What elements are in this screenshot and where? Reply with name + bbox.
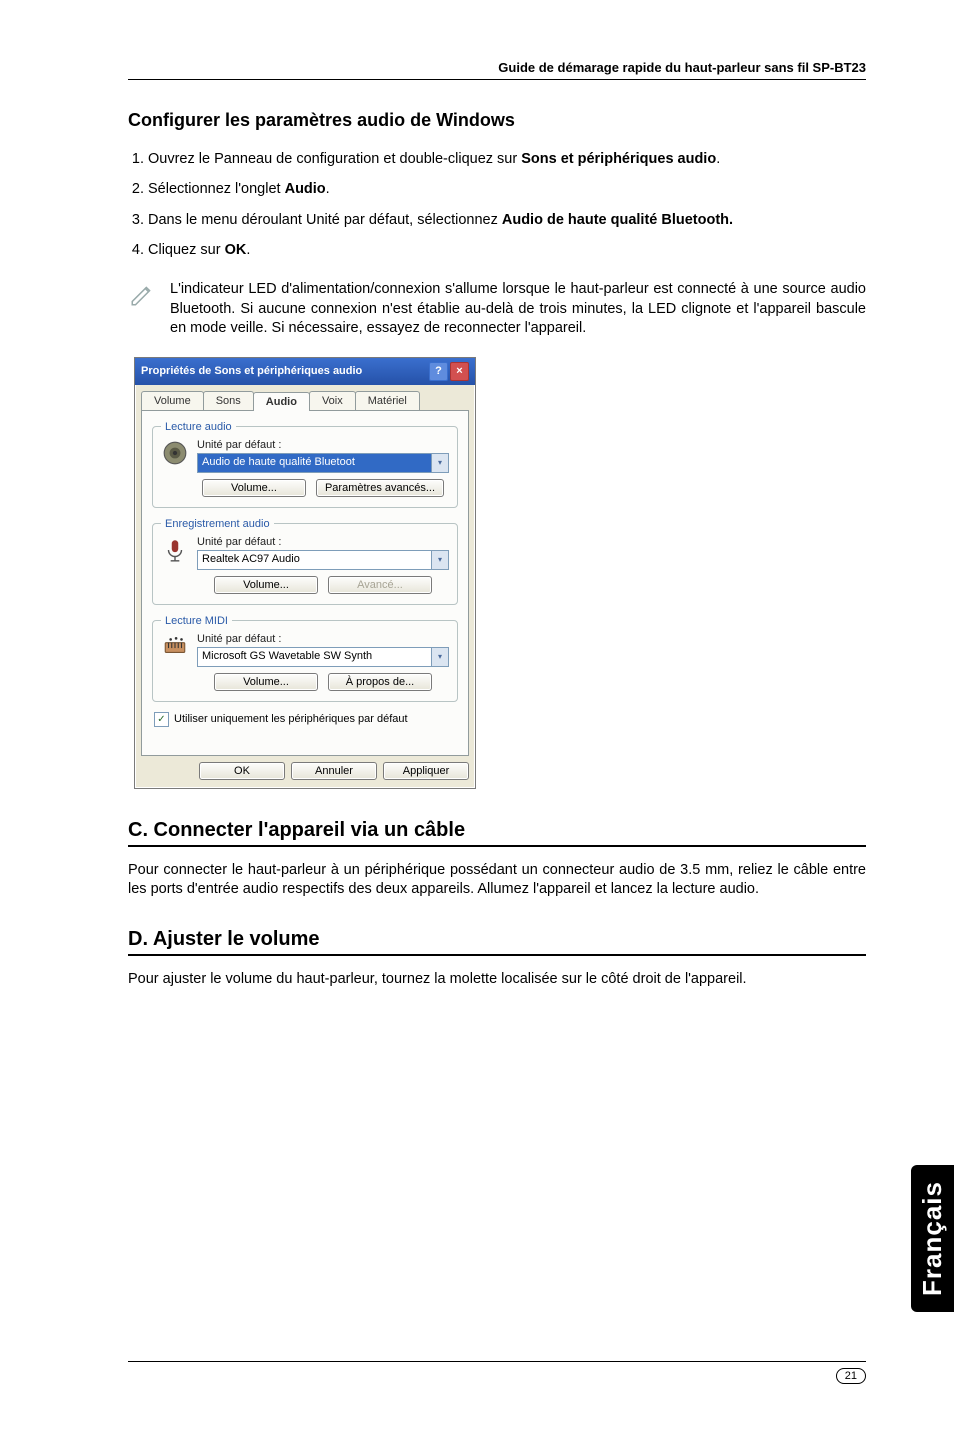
page-footer: 21: [128, 1361, 866, 1384]
ok-button[interactable]: OK: [199, 762, 285, 780]
close-button[interactable]: ×: [450, 362, 469, 381]
chevron-down-icon[interactable]: ▾: [431, 454, 448, 472]
step-3: Dans le menu déroulant Unité par défaut,…: [148, 210, 866, 230]
cancel-button[interactable]: Annuler: [291, 762, 377, 780]
section-c-heading: C. Connecter l'appareil via un câble: [128, 819, 866, 847]
config-heading: Configurer les paramètres audio de Windo…: [128, 110, 866, 131]
playback-advanced-button[interactable]: Paramètres avancés...: [316, 479, 444, 497]
tab-voix[interactable]: Voix: [309, 391, 356, 410]
record-advanced-button: Avancé...: [328, 576, 432, 594]
step-4: Cliquez sur OK.: [148, 240, 866, 260]
default-only-checkbox-row[interactable]: ✓ Utiliser uniquement les périphériques …: [154, 712, 458, 727]
step-3-pre: Dans le menu déroulant Unité par défaut,…: [148, 212, 502, 228]
dialog-tabs: Volume Sons Audio Voix Matériel: [135, 385, 475, 410]
step-4-bold: OK: [225, 242, 247, 258]
checkbox-icon[interactable]: ✓: [154, 712, 169, 727]
step-2-bold: Audio: [285, 181, 326, 197]
midi-select-value: Microsoft GS Wavetable SW Synth: [198, 648, 431, 666]
midi-icon: [161, 633, 189, 661]
section-d-body: Pour ajuster le volume du haut-parleur, …: [128, 970, 866, 990]
chevron-down-icon[interactable]: ▾: [431, 551, 448, 569]
step-2-post: .: [326, 181, 330, 197]
step-1-bold: Sons et périphériques audio: [521, 151, 716, 167]
playback-label: Unité par défaut :: [197, 439, 449, 451]
step-2: Sélectionnez l'onglet Audio.: [148, 179, 866, 199]
sound-properties-dialog: Propriétés de Sons et périphériques audi…: [134, 357, 476, 789]
step-1: Ouvrez le Panneau de configuration et do…: [148, 149, 866, 169]
microphone-icon: [161, 536, 189, 564]
page-number: 21: [836, 1368, 866, 1384]
section-d-heading: D. Ajuster le volume: [128, 928, 866, 956]
help-button[interactable]: ?: [429, 362, 448, 381]
record-volume-button[interactable]: Volume...: [214, 576, 318, 594]
dialog-title-text: Propriétés de Sons et périphériques audi…: [141, 365, 362, 377]
pencil-icon: [128, 280, 156, 339]
group-playback-legend: Lecture audio: [161, 421, 236, 433]
note-box: L'indicateur LED d'alimentation/connexio…: [128, 280, 866, 339]
midi-volume-button[interactable]: Volume...: [214, 673, 318, 691]
group-record: Enregistrement audio Unité par défaut: [152, 518, 458, 605]
note-text: L'indicateur LED d'alimentation/connexio…: [170, 280, 866, 339]
midi-label: Unité par défaut :: [197, 633, 449, 645]
group-playback: Lecture audio Unité par défaut :: [152, 421, 458, 508]
group-record-legend: Enregistrement audio: [161, 518, 274, 530]
step-1-post: .: [716, 151, 720, 167]
step-1-pre: Ouvrez le Panneau de configuration et do…: [148, 151, 521, 167]
step-3-bold: Audio de haute qualité Bluetooth.: [502, 212, 733, 228]
step-4-post: .: [246, 242, 250, 258]
step-2-pre: Sélectionnez l'onglet: [148, 181, 285, 197]
tab-volume[interactable]: Volume: [141, 391, 204, 410]
page-header: Guide de démarage rapide du haut-parleur…: [128, 60, 866, 80]
config-steps: Ouvrez le Panneau de configuration et do…: [128, 149, 866, 260]
dialog-footer: OK Annuler Appliquer: [135, 762, 475, 788]
playback-select-value: Audio de haute qualité Bluetoot: [198, 454, 431, 472]
dialog-screenshot: Propriétés de Sons et périphériques audi…: [134, 357, 866, 789]
midi-select[interactable]: Microsoft GS Wavetable SW Synth ▾: [197, 647, 449, 667]
tab-materiel[interactable]: Matériel: [355, 391, 420, 410]
playback-volume-button[interactable]: Volume...: [202, 479, 306, 497]
midi-about-button[interactable]: À propos de...: [328, 673, 432, 691]
record-select[interactable]: Realtek AC97 Audio ▾: [197, 550, 449, 570]
record-label: Unité par défaut :: [197, 536, 449, 548]
speaker-icon: [161, 439, 189, 467]
language-tab: Français: [911, 1165, 954, 1312]
chevron-down-icon[interactable]: ▾: [431, 648, 448, 666]
group-midi-legend: Lecture MIDI: [161, 615, 232, 627]
group-midi: Lecture MIDI: [152, 615, 458, 702]
tab-sons[interactable]: Sons: [203, 391, 254, 410]
apply-button[interactable]: Appliquer: [383, 762, 469, 780]
dialog-titlebar: Propriétés de Sons et périphériques audi…: [135, 358, 475, 385]
tab-audio[interactable]: Audio: [253, 392, 310, 411]
record-select-value: Realtek AC97 Audio: [198, 551, 431, 569]
dialog-body: Lecture audio Unité par défaut :: [141, 410, 469, 756]
section-c-body: Pour connecter le haut-parleur à un péri…: [128, 861, 866, 900]
step-4-pre: Cliquez sur: [148, 242, 225, 258]
playback-select[interactable]: Audio de haute qualité Bluetoot ▾: [197, 453, 449, 473]
default-only-label: Utiliser uniquement les périphériques pa…: [174, 713, 408, 725]
